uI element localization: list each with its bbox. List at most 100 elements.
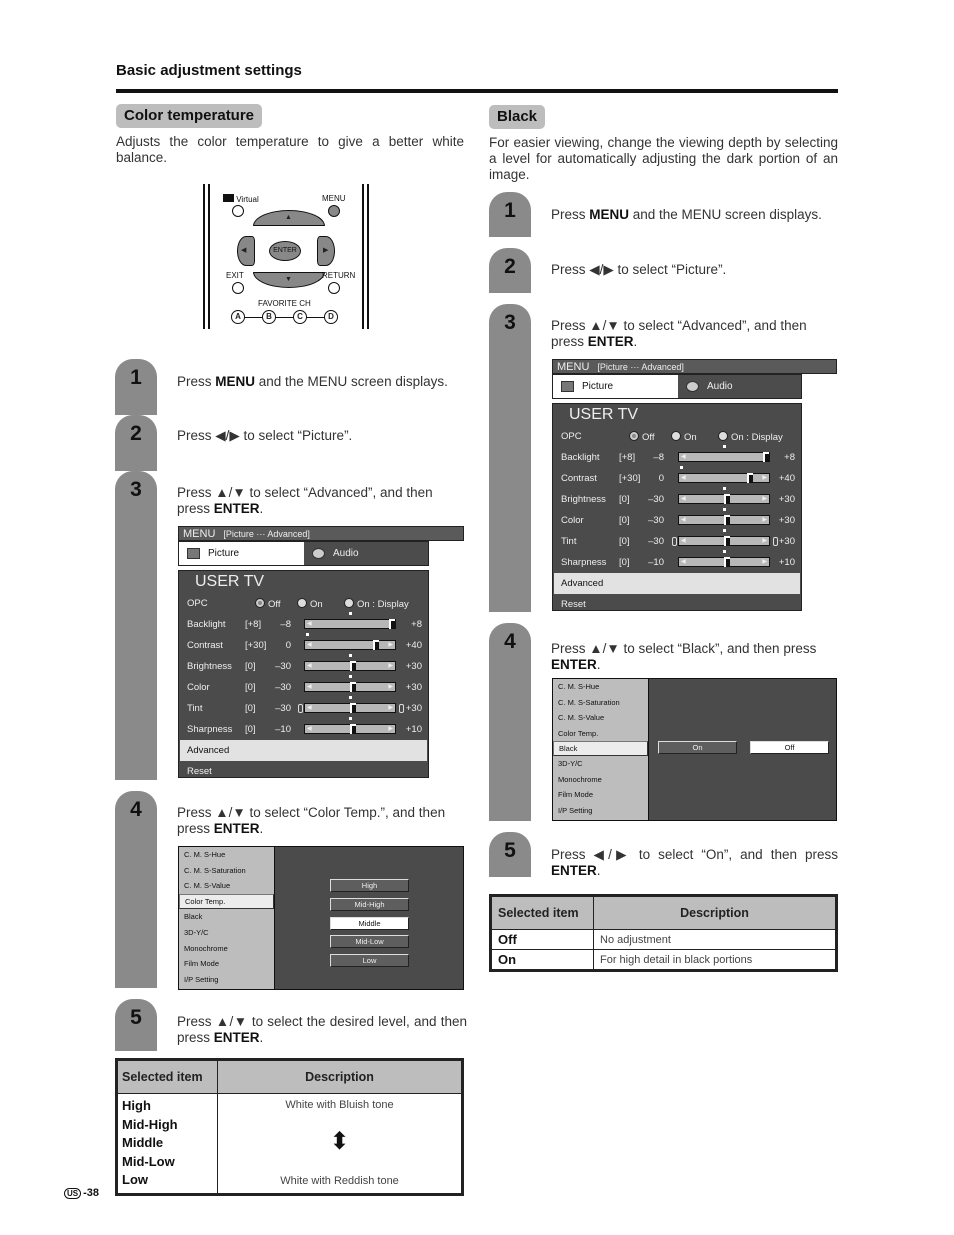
- slider-row-color[interactable]: Color [0] –30 +30 ◀ ▶: [179, 675, 428, 698]
- slider-center-marker: [723, 445, 726, 448]
- radio-icon: [297, 598, 307, 608]
- slider-thumb[interactable]: [724, 536, 730, 546]
- advanced-item-color-temp[interactable]: Color Temp.: [179, 893, 274, 910]
- advanced-item-color-temp[interactable]: Color Temp.: [553, 725, 648, 740]
- slider-label: Brightness: [561, 494, 606, 505]
- option-high[interactable]: High: [330, 879, 409, 892]
- advanced-item-black[interactable]: Black: [553, 740, 648, 757]
- slider-min-label: –10: [648, 557, 664, 568]
- slider-track[interactable]: ◀: [304, 612, 396, 629]
- tab-audio[interactable]: Audio: [678, 375, 801, 398]
- step-text-post: .: [633, 334, 638, 349]
- option-middle[interactable]: Middle: [330, 917, 409, 930]
- right-step-5-text: Press ◀/▶ to select “On”, and then press…: [551, 847, 838, 879]
- slider-row-tint[interactable]: Tint [0] –30 +30 ◀ ▶: [179, 696, 428, 719]
- advanced-item-monochrome[interactable]: Monochrome: [553, 772, 648, 787]
- slider-row-brightness[interactable]: Brightness [0] –30 +30 ◀ ▶: [553, 487, 801, 510]
- slider-row-sharpness[interactable]: Sharpness [0] –10 +10 ◀ ▶: [179, 717, 428, 740]
- advanced-item-i-p-setting[interactable]: I/P Setting: [179, 971, 274, 987]
- virtual-button: [232, 205, 244, 217]
- slider-row-color[interactable]: Color [0] –30 +30 ◀ ▶: [553, 508, 801, 531]
- slider-track[interactable]: ◀ ▶: [678, 487, 770, 504]
- slider-track[interactable]: ◀ ▶: [678, 466, 770, 483]
- option-off[interactable]: Off: [750, 741, 829, 754]
- slider-thumb[interactable]: [350, 703, 356, 713]
- advanced-item-3d-y-c[interactable]: 3D-Y/C: [553, 756, 648, 771]
- slider-thumb[interactable]: [763, 452, 769, 462]
- option-low[interactable]: Low: [330, 954, 409, 967]
- advanced-menu-item[interactable]: Advanced: [180, 740, 427, 761]
- slider-thumb[interactable]: [746, 473, 753, 483]
- advanced-item-c-m-s-hue[interactable]: C. M. S-Hue: [553, 679, 648, 694]
- option-mid-low[interactable]: Mid-Low: [330, 935, 409, 948]
- slider-track[interactable]: ◀ ▶: [304, 633, 396, 650]
- right-arrow-icon: ▶: [762, 475, 767, 481]
- slider-row-contrast[interactable]: Contrast [+30] 0 +40 ◀ ▶: [179, 633, 428, 656]
- slider-thumb[interactable]: [389, 619, 395, 629]
- opc-on-option[interactable]: On: [297, 598, 323, 610]
- slider-thumb[interactable]: [350, 682, 356, 692]
- favorite-c-button: C: [293, 310, 307, 324]
- advanced-item-i-p-setting[interactable]: I/P Setting: [553, 803, 648, 818]
- slider-track[interactable]: ◀ ▶: [304, 717, 396, 734]
- slider-thumb[interactable]: [350, 724, 356, 734]
- opc-on-option[interactable]: On: [671, 431, 697, 443]
- slider-label: Sharpness: [561, 557, 607, 568]
- exit-label: EXIT: [226, 271, 244, 280]
- item-high: High: [122, 1098, 151, 1113]
- advanced-item-c-m-s-hue[interactable]: C. M. S-Hue: [179, 847, 274, 863]
- step-text-post: .: [596, 657, 601, 672]
- slider-thumb[interactable]: [372, 640, 379, 650]
- black-table: Selected item Description Off No adjustm…: [489, 894, 838, 972]
- slider-min-label: –30: [275, 703, 291, 714]
- advanced-item-film-mode[interactable]: Film Mode: [553, 787, 648, 802]
- opc-off-option[interactable]: Off: [255, 598, 281, 610]
- advanced-item-black[interactable]: Black: [179, 909, 274, 925]
- slider-row-backlight[interactable]: Backlight [+8] –8 +8 ◀: [553, 445, 801, 468]
- slider-current-value: [+8]: [245, 619, 262, 630]
- opc-row[interactable]: OPC Off On On : Display: [553, 426, 801, 447]
- advanced-item-3d-y-c[interactable]: 3D-Y/C: [179, 925, 274, 941]
- slider-thumb[interactable]: [724, 494, 730, 504]
- option-mid-high[interactable]: Mid-High: [330, 898, 409, 911]
- page-number: US -38: [64, 1187, 99, 1199]
- advanced-item-c-m-s-value[interactable]: C. M. S-Value: [179, 878, 274, 894]
- opc-on-display-option[interactable]: On : Display: [718, 431, 783, 443]
- tab-audio[interactable]: Audio: [304, 542, 428, 565]
- reset-menu-item[interactable]: Reset: [179, 761, 428, 782]
- reset-menu-item[interactable]: Reset: [553, 594, 801, 615]
- slider-track[interactable]: ◀ ▶: [678, 550, 770, 567]
- slider-track[interactable]: ◀ ▶: [678, 529, 770, 546]
- advanced-item-c-m-s-saturation[interactable]: C. M. S-Saturation: [553, 694, 648, 709]
- slider-row-backlight[interactable]: Backlight [+8] –8 +8 ◀: [179, 612, 428, 635]
- slider-thumb[interactable]: [350, 661, 356, 671]
- advanced-item-monochrome[interactable]: Monochrome: [179, 940, 274, 956]
- slider-track[interactable]: ◀ ▶: [304, 675, 396, 692]
- advanced-item-c-m-s-value[interactable]: C. M. S-Value: [553, 710, 648, 725]
- tab-picture[interactable]: Picture: [179, 542, 304, 565]
- opc-on-display-option[interactable]: On : Display: [344, 598, 409, 610]
- advanced-menu-item[interactable]: Advanced: [554, 573, 800, 594]
- opc-off-option[interactable]: Off: [629, 431, 655, 443]
- slider-row-brightness[interactable]: Brightness [0] –30 +30 ◀ ▶: [179, 654, 428, 677]
- slider-track[interactable]: ◀: [678, 445, 770, 462]
- slider-track[interactable]: ◀ ▶: [304, 654, 396, 671]
- slider-row-tint[interactable]: Tint [0] –30 +30 ◀ ▶: [553, 529, 801, 552]
- opc-on-label: On: [684, 432, 697, 443]
- slider-thumb[interactable]: [724, 515, 730, 525]
- slider-max-label: +8: [411, 619, 422, 630]
- tab-picture[interactable]: Picture: [553, 375, 678, 398]
- slider-row-contrast[interactable]: Contrast [+30] 0 +40 ◀ ▶: [553, 466, 801, 489]
- slider-track[interactable]: ◀ ▶: [304, 696, 396, 713]
- advanced-item-film-mode[interactable]: Film Mode: [179, 956, 274, 972]
- opc-row[interactable]: OPC Off On On : Display: [179, 593, 428, 614]
- slider-track[interactable]: ◀ ▶: [678, 508, 770, 525]
- advanced-item-c-m-s-saturation[interactable]: C. M. S-Saturation: [179, 863, 274, 879]
- us-region-badge: US: [64, 1188, 82, 1199]
- right-step-3-number: 3: [489, 304, 531, 612]
- slider-label: Color: [561, 515, 584, 526]
- option-on[interactable]: On: [658, 741, 737, 754]
- slider-row-sharpness[interactable]: Sharpness [0] –10 +10 ◀ ▶: [553, 550, 801, 573]
- left-step-3-text: Press ▲/▼ to select “Advanced”, and then…: [177, 485, 467, 517]
- slider-thumb[interactable]: [724, 557, 730, 567]
